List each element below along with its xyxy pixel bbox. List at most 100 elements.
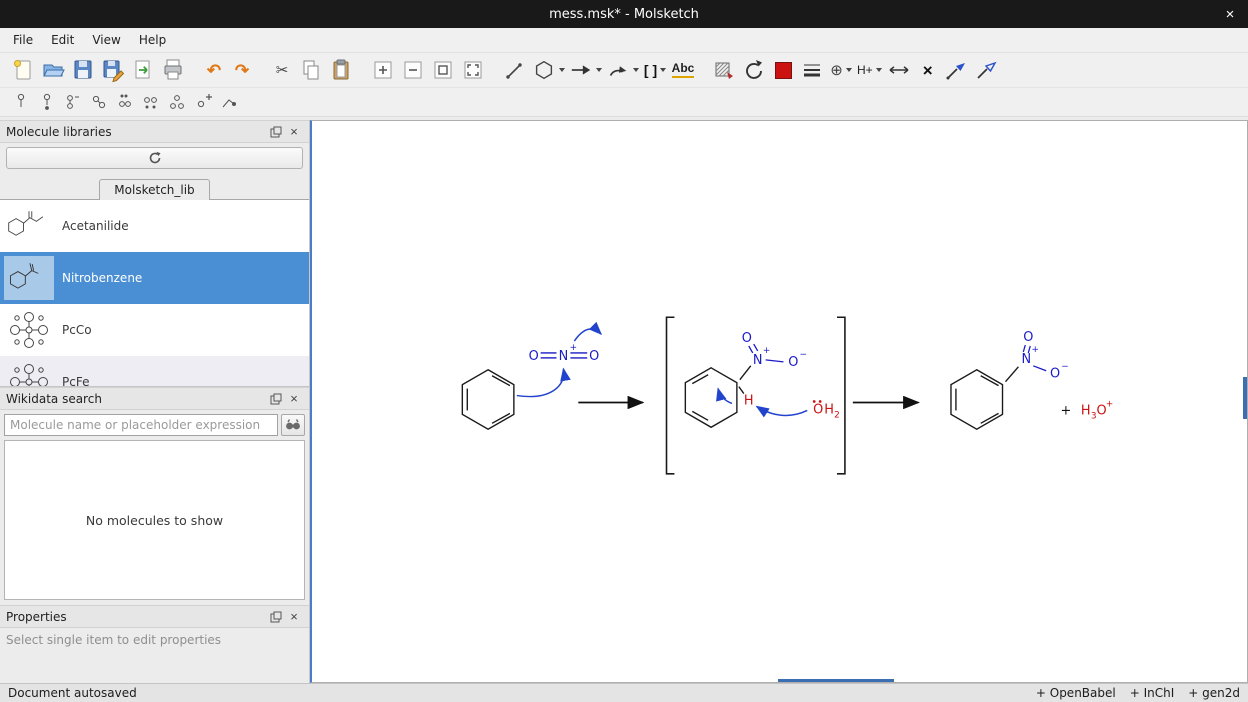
main-area: Molecule libraries × Molsketch_lib Aceta… <box>0 117 1248 683</box>
rotate-tool-button[interactable] <box>740 57 768 83</box>
print-button[interactable] <box>159 57 187 83</box>
library-item-acetanilide[interactable]: Acetanilide <box>0 200 309 252</box>
mechanism-arrow-button[interactable] <box>943 57 971 83</box>
electron-push-arrow <box>517 369 564 397</box>
ring-tool-button[interactable] <box>531 57 566 83</box>
export-image-button[interactable] <box>129 57 157 83</box>
line-width-button[interactable] <box>798 57 826 83</box>
ring-dropdown-caret[interactable] <box>559 68 565 72</box>
cut-icon: ✂ <box>276 63 289 78</box>
fragment-tool-4-button[interactable] <box>87 91 111 113</box>
charge-label-minus: − <box>1061 362 1068 372</box>
open-file-button[interactable] <box>39 57 67 83</box>
wikidata-panel-title: Wikidata search <box>6 392 102 406</box>
refresh-libraries-button[interactable] <box>6 147 303 169</box>
arrow-dropdown-caret[interactable] <box>596 68 602 72</box>
library-item-nitrobenzene[interactable]: Nitrobenzene <box>0 252 309 304</box>
menu-file[interactable]: File <box>4 30 42 50</box>
cut-button[interactable]: ✂ <box>269 57 295 83</box>
save-button[interactable] <box>69 57 97 83</box>
delete-button[interactable]: × <box>915 57 941 83</box>
fragment-tool-8-button[interactable] <box>191 91 215 113</box>
libraries-float-button[interactable] <box>267 123 285 140</box>
fragment-tool-3-button[interactable] <box>61 91 85 113</box>
fragment-tool-5-button[interactable] <box>113 91 137 113</box>
properties-panel-title: Properties <box>6 610 67 624</box>
plus-sign: + <box>1061 403 1072 418</box>
copy-button[interactable] <box>297 57 325 83</box>
line-width-icon <box>799 57 825 83</box>
nitrobenzene-product[interactable]: N + O O − <box>951 330 1069 429</box>
vertical-scrollbar-thumb[interactable] <box>1243 377 1247 419</box>
color-picker-button[interactable] <box>770 57 796 83</box>
color-swatch <box>775 62 792 79</box>
curved-arrow-dropdown-caret[interactable] <box>633 68 639 72</box>
wikidata-close-button[interactable]: × <box>285 390 303 407</box>
bracket-tool-button[interactable]: [ ] <box>642 57 668 83</box>
library-item-pcfe[interactable]: PcFe <box>0 356 309 387</box>
redo-button[interactable]: ↷ <box>229 57 255 83</box>
properties-float-button[interactable] <box>267 608 285 625</box>
clipboard-tool-group: ✂ <box>268 57 356 83</box>
zoom-out-button[interactable] <box>399 57 427 83</box>
hatch-tool-button[interactable] <box>710 57 738 83</box>
libraries-close-button[interactable]: × <box>285 123 303 140</box>
charge-dropdown-caret[interactable] <box>846 68 852 72</box>
atom-label-n: N <box>1021 352 1031 367</box>
text-tool-button[interactable]: Abc <box>670 57 696 83</box>
charge-plus-button[interactable]: ⊕ <box>828 57 854 83</box>
window-close-button[interactable]: × <box>1216 0 1244 28</box>
fragment-tool-7-icon <box>166 91 188 113</box>
water-molecule[interactable]: O H 2 <box>757 400 840 420</box>
menu-help[interactable]: Help <box>130 30 175 50</box>
zoom-original-button[interactable] <box>429 57 457 83</box>
properties-hint: Select single item to edit properties <box>0 628 309 652</box>
nitronium-ion[interactable]: O N + O <box>529 343 600 364</box>
hydrogen-plus-button[interactable]: H+ <box>856 57 883 83</box>
reaction-arrow-tool-button[interactable] <box>568 57 603 83</box>
tab-molsketch-lib[interactable]: Molsketch_lib <box>99 179 209 200</box>
new-document-button[interactable] <box>9 57 37 83</box>
fragment-tool-8-icon <box>192 91 214 113</box>
fragment-tool-2-button[interactable] <box>35 91 59 113</box>
curved-arrow-tool-button[interactable] <box>605 57 640 83</box>
fragment-tool-1-button[interactable] <box>9 91 33 113</box>
hydronium-ion[interactable]: H 3 O + <box>1081 399 1113 421</box>
wikidata-float-button[interactable] <box>267 390 285 407</box>
refresh-icon <box>147 150 163 166</box>
zoom-in-icon <box>370 57 396 83</box>
resize-arrows-button[interactable] <box>885 57 913 83</box>
intermediate-brackets[interactable] <box>667 317 845 474</box>
undo-button[interactable]: ↶ <box>201 57 227 83</box>
hydrogen-plus-icon: H+ <box>857 64 873 76</box>
title-bar: mess.msk* - Molsketch × <box>0 0 1248 28</box>
fragment-tool-7-button[interactable] <box>165 91 189 113</box>
zoom-fit-button[interactable] <box>459 57 487 83</box>
bracket-dropdown-caret[interactable] <box>660 68 666 72</box>
mechanism-arrow-alt-button[interactable] <box>973 57 1001 83</box>
libraries-panel-header: Molecule libraries × <box>0 120 309 143</box>
hydrogen-dropdown-caret[interactable] <box>876 68 882 72</box>
library-item-pcco[interactable]: PcCo <box>0 304 309 356</box>
wikidata-search-button[interactable] <box>281 414 305 436</box>
paste-button[interactable] <box>327 57 355 83</box>
wikidata-search-input[interactable] <box>4 414 278 436</box>
paste-icon <box>328 57 354 83</box>
fragment-tool-6-button[interactable] <box>139 91 163 113</box>
save-as-button[interactable] <box>99 57 127 83</box>
properties-close-button[interactable]: × <box>285 608 303 625</box>
close-panel-icon: × <box>290 391 298 406</box>
reaction-scheme[interactable]: O N + O <box>312 121 1247 682</box>
library-item-label: Nitrobenzene <box>62 271 142 285</box>
draw-line-tool-button[interactable] <box>501 57 529 83</box>
drawing-canvas[interactable]: O N + O <box>310 120 1248 683</box>
horizontal-scrollbar-thumb[interactable] <box>778 679 894 682</box>
menu-edit[interactable]: Edit <box>42 30 83 50</box>
float-panel-icon <box>270 393 282 405</box>
benzene-molecule[interactable] <box>462 370 514 429</box>
fragment-tool-9-button[interactable] <box>217 91 241 113</box>
copy-icon <box>298 57 324 83</box>
arenium-intermediate[interactable]: N + O O − H <box>685 331 807 427</box>
menu-view[interactable]: View <box>83 30 129 50</box>
zoom-in-button[interactable] <box>369 57 397 83</box>
